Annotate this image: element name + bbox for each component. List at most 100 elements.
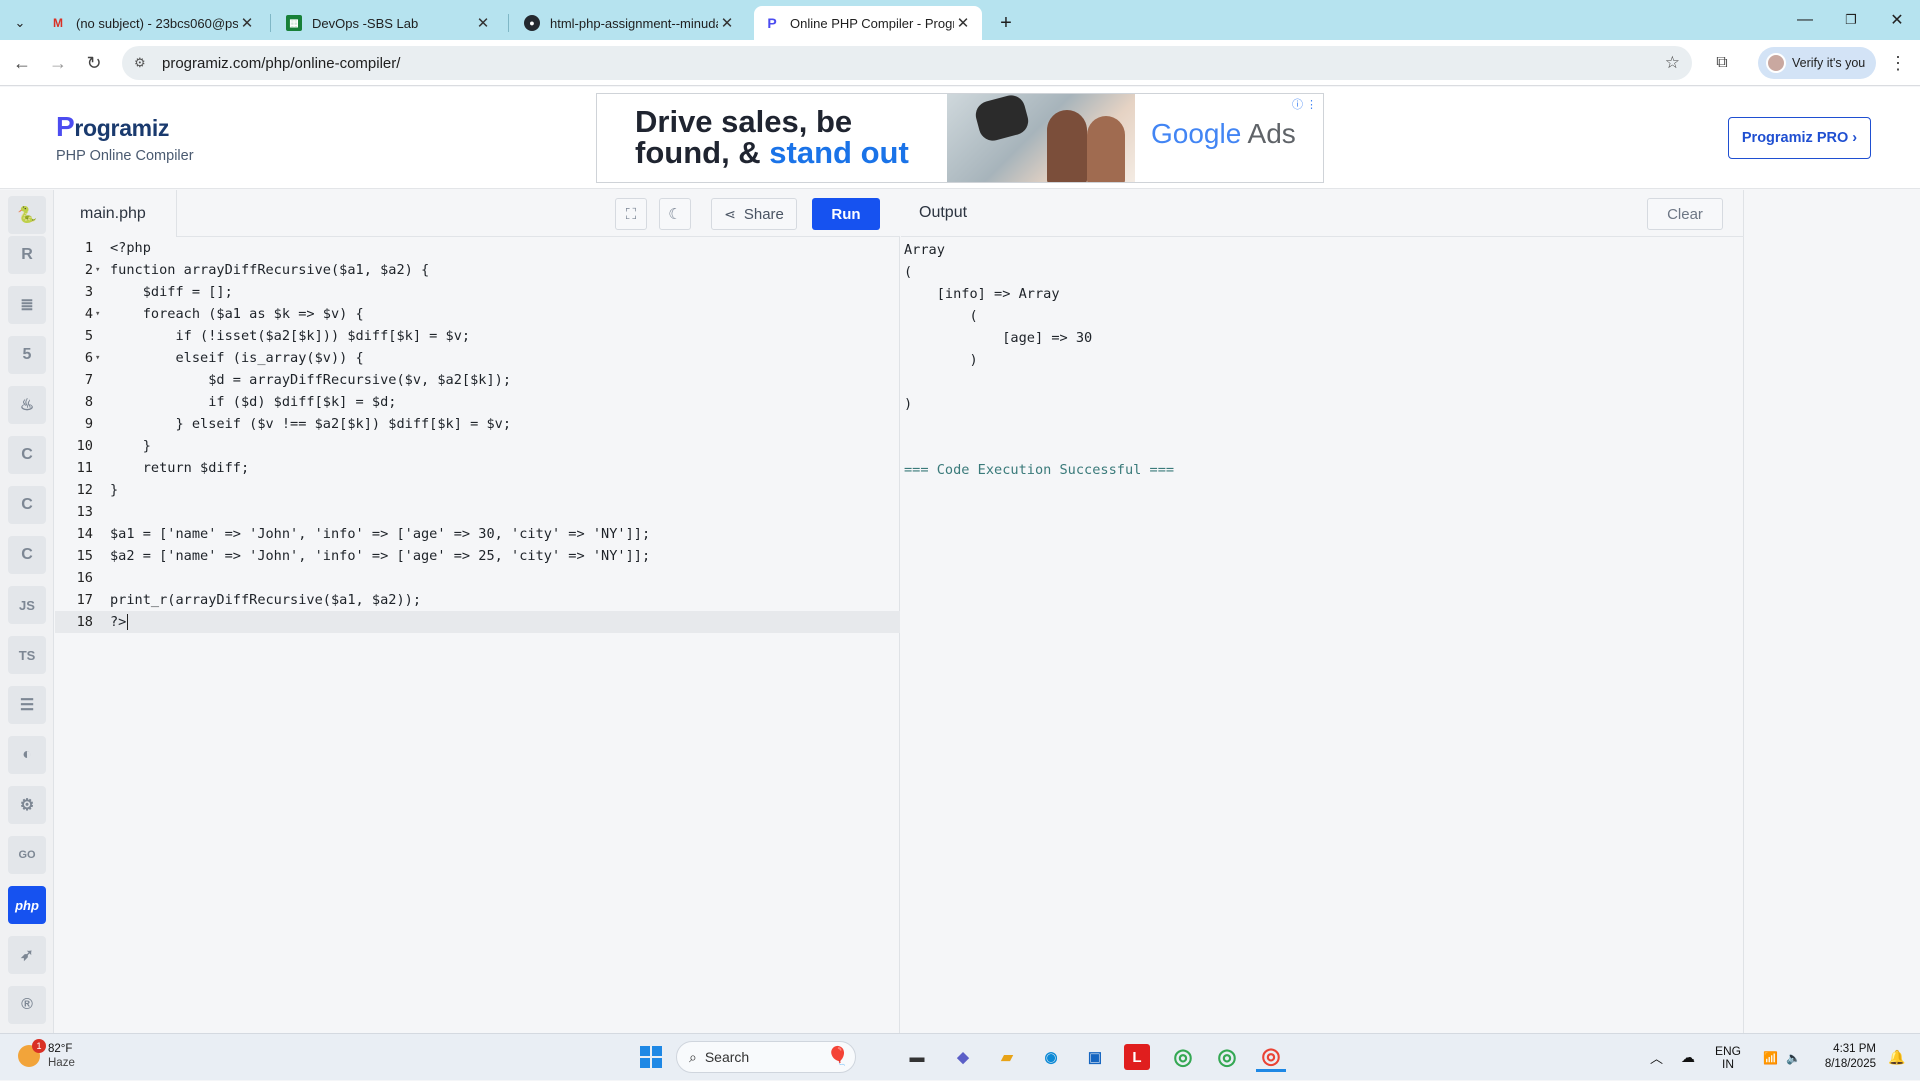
volume-icon[interactable]: 🔈 [1786,1051,1801,1065]
kotlin-icon[interactable]: ◐ [8,736,46,774]
tab-gmail[interactable]: M (no subject) - 23bcs060@psgrk ✕ [40,6,266,40]
csharp-icon[interactable]: C [8,536,46,574]
dark-mode-icon[interactable]: ☾ [659,198,691,230]
fold-toggle-icon[interactable]: ▾ [95,303,105,325]
r-lang-icon[interactable]: ® [8,986,46,1024]
code-line[interactable]: 13 [55,501,900,523]
browser-menu-icon[interactable]: ⋮ [1882,47,1914,79]
tab-devops[interactable]: ▦ DevOps -SBS Lab ✕ [276,6,502,40]
wifi-icon[interactable]: 📶 [1763,1051,1778,1065]
back-arrow-icon[interactable]: ← [6,47,38,79]
run-button[interactable]: Run [812,198,880,230]
tab-programiz[interactable]: P Online PHP Compiler - Program ✕ [754,6,982,40]
c-icon[interactable]: C [8,436,46,474]
sheets-icon: ▦ [286,15,302,31]
ad-info-icon[interactable]: ⓘ ⋮ [1292,96,1317,112]
task-view-icon[interactable]: ▬ [902,1042,932,1072]
code-line[interactable]: 4 ▾ foreach ($a1 as $k => $v) { [55,303,900,325]
code-text: } [110,438,151,454]
weather-widget[interactable]: 1 82°F Haze [18,1039,75,1070]
html-icon[interactable]: 5 [8,336,46,374]
new-tab-button[interactable]: + [990,6,1022,40]
reload-icon[interactable]: ↻ [78,47,110,79]
code-line[interactable]: 6 ▾ elseif (is_array($v)) { [55,347,900,369]
minimize-icon[interactable]: — [1782,0,1828,40]
programiz-pro-button[interactable]: Programiz PRO › [1728,117,1871,159]
go-icon[interactable]: GO [8,836,46,874]
person-image [1047,110,1087,182]
app-l-icon[interactable]: L [1124,1044,1150,1070]
code-line[interactable]: 7 $d = arrayDiffRecursive($v, $a2[$k]); [55,369,900,391]
store-icon[interactable]: ▣ [1080,1042,1110,1072]
restore-icon[interactable]: ❐ [1828,0,1874,40]
cpp-icon[interactable]: C [8,486,46,524]
window-close-icon[interactable]: ✕ [1874,0,1920,40]
forward-arrow-icon[interactable]: → [42,47,74,79]
onedrive-icon[interactable]: ☁ [1681,1049,1695,1066]
advertisement-banner[interactable]: Drive sales, be found, & stand out Googl… [596,93,1324,183]
code-line[interactable]: 8 if ($d) $diff[$k] = $d; [55,391,900,413]
bookmark-star-icon[interactable]: ☆ [1665,53,1680,73]
file-tab[interactable]: main.php [55,190,177,237]
sql-icon[interactable]: ≣ [8,286,46,324]
rust-icon[interactable]: ⚙ [8,786,46,824]
close-icon[interactable]: ✕ [238,14,256,32]
code-line[interactable]: 16 [55,567,900,589]
javascript-icon[interactable]: JS [8,586,46,624]
close-icon[interactable]: ✕ [474,14,492,32]
close-icon[interactable]: ✕ [954,14,972,32]
code-line[interactable]: 5 if (!isset($a2[$k])) $diff[$k] = $v; [55,325,900,347]
code-line[interactable]: 14 $a1 = ['name' => 'John', 'info' => ['a… [55,523,900,545]
close-icon[interactable]: ✕ [718,14,736,32]
site-settings-icon[interactable]: ⚙ [134,55,152,71]
chrome-profile-icon[interactable]: ◎ [1212,1042,1242,1072]
chevron-up-icon[interactable]: ︿ [1650,1048,1663,1067]
code-line[interactable]: 11 return $diff; [55,457,900,479]
fold-toggle-icon[interactable]: ▾ [95,347,105,369]
java-icon[interactable]: ♨ [8,386,46,424]
region-code: IN [1722,1056,1735,1071]
windows-taskbar: 1 82°F Haze ⌕ Search 🎈 ▬ ◆ ▰ ◉ ▣ L ◎ ◎ ◎… [0,1033,1920,1080]
output-text: Array ( [info] => Array ( [age] => 30 ) … [904,242,1093,412]
programiz-logo[interactable]: Programiz [56,111,169,143]
tab-search-button[interactable]: ⌄ [2,6,38,40]
tab-github[interactable]: ● html-php-assignment--minuda ✕ [514,6,746,40]
copilot-icon[interactable]: ◆ [948,1042,978,1072]
code-line[interactable]: 18 ?> [55,611,900,633]
code-line[interactable]: 2 ▾ function arrayDiffRecursive($a1, $a2) … [55,259,900,281]
code-area[interactable]: 1 <?php 2 ▾ function arrayDiffRecursive($a1,… [55,237,900,633]
code-text: elseif (is_array($v)) { [110,350,364,366]
page-subtitle: PHP Online Compiler [56,148,194,164]
python-icon[interactable]: 🐍 [8,196,46,234]
code-line[interactable]: 10 } [55,435,900,457]
php-icon[interactable]: php [8,886,46,924]
code-line[interactable]: 12} [55,479,900,501]
code-line[interactable]: 9 } elseif ($v !== $a2[$k]) $diff[$k] = … [55,413,900,435]
r-icon[interactable]: R [8,236,46,274]
clock[interactable]: 4:31 PM 8/18/2025 [1810,1042,1876,1072]
fold-toggle-icon[interactable]: ▾ [95,259,105,281]
clear-button[interactable]: Clear [1647,198,1723,230]
windows-start-icon[interactable] [636,1042,666,1072]
profile-verify-button[interactable]: Verify it's you [1758,47,1876,79]
typescript-icon[interactable]: TS [8,636,46,674]
taskbar-search[interactable]: ⌕ Search 🎈 [676,1041,856,1073]
ad-headline-2: found, & stand out [635,137,909,168]
chrome-icon[interactable]: ◎ [1168,1042,1198,1072]
device-image [972,94,1032,144]
swift-icon[interactable]: ➶ [8,936,46,974]
share-button[interactable]: ⋖ Share [711,198,797,230]
stack-icon[interactable]: ☰ [8,686,46,724]
file-explorer-icon[interactable]: ▰ [992,1042,1022,1072]
notification-bell-icon[interactable]: 🔔 [1882,1042,1912,1072]
edge-icon[interactable]: ◉ [1036,1042,1066,1072]
code-line[interactable]: 15 $a2 = ['name' => 'John', 'info' => ['a… [55,545,900,567]
address-bar[interactable]: ⚙ programiz.com/php/online-compiler/ ☆ [122,46,1692,80]
language-indicator[interactable]: ENG IN [1715,1044,1741,1071]
code-line[interactable]: 17 print_r(arrayDiffRecursive($a1, $a2)); [55,589,900,611]
fullscreen-icon[interactable]: ⛶ [615,198,647,230]
code-line[interactable]: 3 $diff = []; [55,281,900,303]
extensions-icon[interactable]: ⧉ [1706,47,1738,79]
code-line[interactable]: 1 <?php [55,237,900,259]
chrome-active-icon[interactable]: ◎ [1256,1042,1286,1072]
